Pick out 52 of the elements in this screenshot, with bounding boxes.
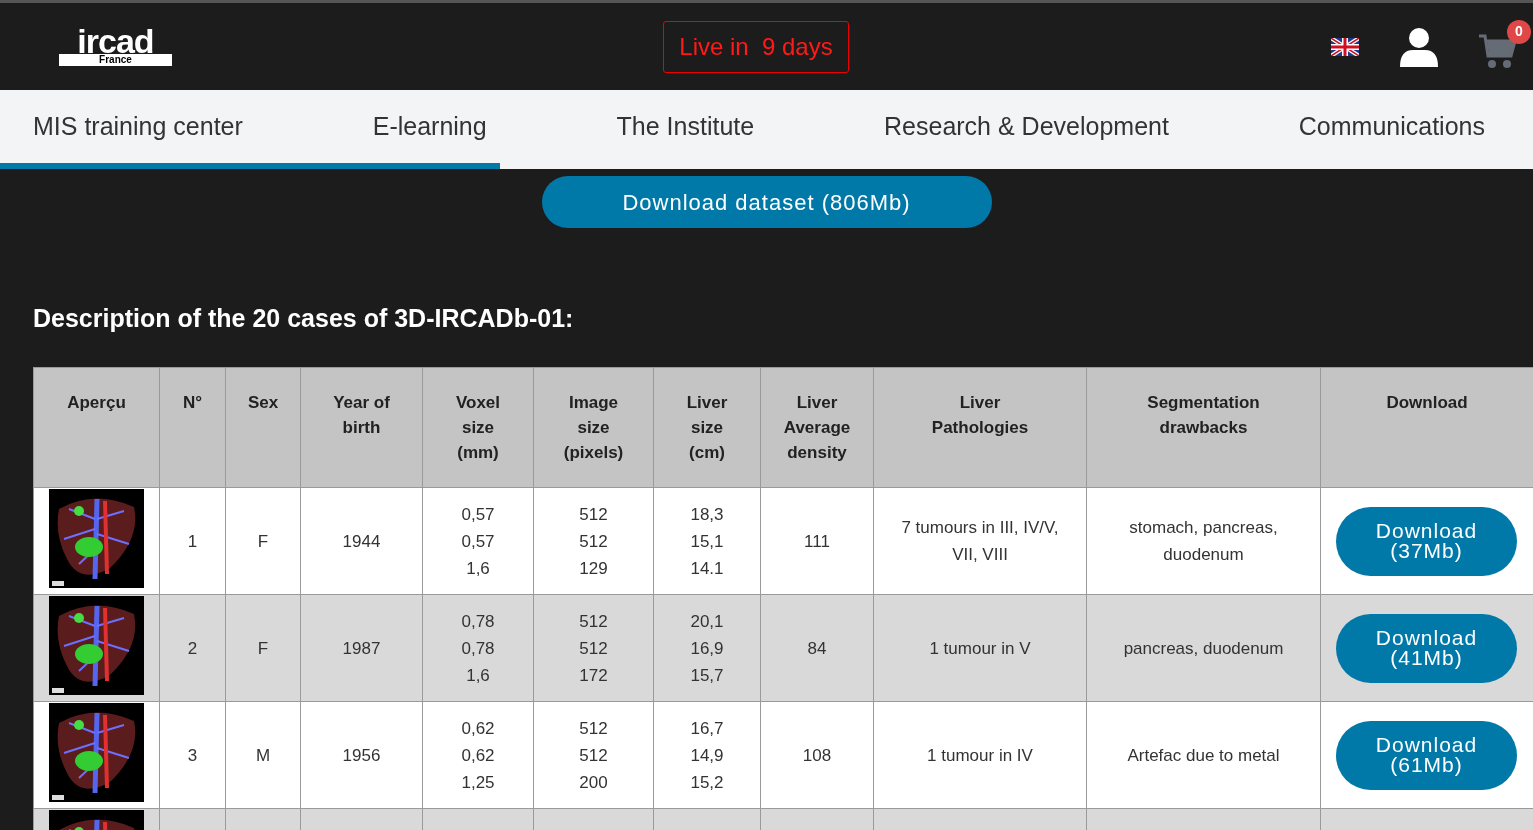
table-cell: 512 512 129	[533, 487, 654, 595]
column-header: Segmentation drawbacks	[1086, 367, 1321, 488]
table-cell: 2	[159, 594, 226, 702]
table-cell: 7 tumours in III, IV/V, VII, VIII	[873, 487, 1087, 595]
table-cell: 512 512 200	[533, 701, 654, 809]
table-cell: 84	[760, 594, 874, 702]
column-header: Liver size (cm)	[653, 367, 761, 488]
column-header: Sex	[225, 367, 301, 488]
table-cell: 1944	[300, 487, 423, 595]
table-cell: 1987	[300, 594, 423, 702]
column-header: Aperçu	[33, 367, 160, 488]
download-button[interactable]: Download (41Mb)	[1336, 613, 1517, 683]
table-cell: 1 tumour in V	[873, 594, 1087, 702]
table-cell: 18,3 15,1 14.1	[653, 487, 761, 595]
table-cell: 1956	[300, 701, 423, 809]
nav-link[interactable]: Research & Development	[884, 107, 1169, 146]
table-cell: 0,57 0,57 1,6	[422, 487, 534, 595]
section-title: Description of the 20 cases of 3D-IRCADb-01:	[33, 303, 575, 333]
logo-wordmark: ircad	[76, 27, 155, 54]
column-header: Year of birth	[300, 367, 423, 488]
table-cell: stomach, pancreas, duodenum	[1086, 487, 1321, 595]
column-header: Download	[1320, 367, 1533, 488]
download-button[interactable]: Download (61Mb)	[1336, 720, 1517, 790]
nav-link[interactable]: E-learning	[372, 107, 487, 146]
column-header: Liver Average density	[760, 367, 874, 488]
column-header: Liver Pathologies	[873, 367, 1087, 488]
table-cell: 3	[159, 701, 226, 809]
table-cell: 111	[760, 487, 874, 595]
table-cell: 512 512 172	[533, 594, 654, 702]
table-cell: Artefac due to metal	[1086, 701, 1321, 809]
download-button[interactable]: Download (37Mb)	[1336, 506, 1517, 576]
nav-link[interactable]: MIS training center	[33, 107, 243, 146]
table-cell: 108	[760, 701, 874, 809]
column-header: N°	[159, 367, 226, 488]
table-cell: 0,78 0,78 1,6	[422, 594, 534, 702]
download-dataset-button[interactable]: Download dataset (806Mb)	[541, 176, 992, 228]
table-cell: 1 tumour in IV	[873, 701, 1087, 809]
table-cell: pancreas, duodenum	[1086, 594, 1321, 702]
nav-link[interactable]: The Institute	[616, 107, 755, 146]
column-header: Voxel size (mm)	[422, 367, 534, 488]
table-cell: 20,1 16,9 15,7	[653, 594, 761, 702]
table-cell: 0,62 0,62 1,25	[422, 701, 534, 809]
logo-country: France	[59, 53, 172, 66]
column-header: Image size (pixels)	[533, 367, 654, 488]
countdown-badge: Live in 9 days	[663, 21, 849, 73]
table-cell: 1	[159, 487, 226, 595]
cart-count-badge: 0	[1507, 19, 1531, 44]
nav-link[interactable]: Communications	[1298, 107, 1485, 146]
table-cell: 16,7 14,9 15,2	[653, 701, 761, 809]
table-cell: F	[225, 594, 301, 702]
table-cell: F	[225, 487, 301, 595]
table-cell: M	[225, 701, 301, 809]
